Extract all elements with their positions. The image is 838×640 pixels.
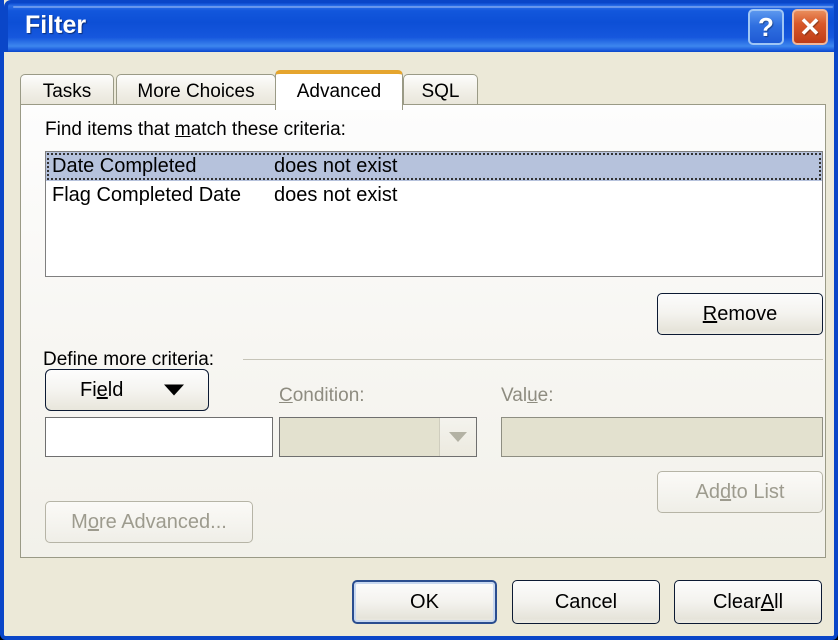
define-more-criteria-label: Define more criteria: [43, 349, 215, 370]
remove-label-accel: R [702, 302, 718, 325]
remove-button[interactable]: Remove [657, 293, 823, 335]
value-label: Value: [501, 385, 554, 407]
find-items-label-pre: Find items that [45, 119, 175, 140]
tab-more-choices-label: More Choices [137, 80, 255, 102]
remove-label-post: emove [717, 302, 778, 325]
close-button[interactable]: ✕ [792, 9, 828, 45]
criteria-condition: does not exist [274, 155, 398, 177]
field-label-post: ld [107, 378, 124, 401]
cancel-label: Cancel [554, 590, 618, 613]
window-title: Filter [25, 11, 87, 39]
question-mark-icon: ? [758, 12, 774, 42]
condition-label-accel: C [279, 385, 293, 406]
add-to-list-label-post: to List [731, 480, 785, 503]
dialog-footer: OK Cancel Clear All [4, 558, 834, 636]
criteria-condition: does not exist [274, 184, 398, 206]
advanced-tab-panel: Find items that match these criteria: Da… [20, 104, 826, 558]
tab-sql[interactable]: SQL [403, 74, 478, 108]
criteria-list-item[interactable]: Flag Completed Date does not exist [46, 181, 822, 210]
find-items-label-accel: m [174, 119, 191, 140]
chevron-down-icon [164, 384, 184, 396]
title-bar-highlight [13, 6, 833, 8]
condition-dropdown-arrow[interactable] [439, 418, 476, 456]
more-advanced-label-post: re Advanced... [98, 510, 227, 533]
title-bar: Filter ? ✕ [4, 0, 834, 52]
clear-all-button[interactable]: Clear All [674, 580, 822, 624]
help-button[interactable]: ? [748, 9, 784, 45]
condition-label-post: ondition: [292, 385, 365, 406]
tab-tasks-label: Tasks [42, 80, 92, 102]
more-advanced-label-pre: M [71, 510, 88, 533]
group-separator [243, 359, 823, 360]
field-input[interactable] [45, 417, 273, 457]
criteria-listbox[interactable]: Date Completed does not exist Flag Compl… [45, 151, 823, 277]
criteria-field: Flag Completed Date [52, 184, 241, 206]
criteria-list-item[interactable]: Date Completed does not exist [46, 152, 822, 181]
find-items-label: Find items that match these criteria: [45, 119, 346, 141]
tab-advanced[interactable]: Advanced [275, 70, 403, 110]
value-input[interactable] [501, 417, 823, 457]
more-advanced-button[interactable]: Mo re Advanced... [45, 501, 253, 543]
chevron-down-icon [449, 432, 467, 442]
close-icon: ✕ [799, 12, 821, 42]
criteria-field: Date Completed [52, 155, 197, 177]
find-items-label-post: atch these criteria: [190, 119, 346, 140]
add-to-list-button[interactable]: Ad d to List [657, 471, 823, 513]
clear-all-label-accel: A [760, 590, 775, 613]
condition-combobox[interactable] [279, 417, 477, 457]
cancel-button[interactable]: Cancel [512, 580, 660, 624]
value-label-pre: Val [501, 385, 528, 406]
ok-button[interactable]: OK [352, 580, 497, 624]
field-label-pre: Fi [80, 378, 97, 401]
tab-tasks[interactable]: Tasks [20, 74, 114, 108]
tab-advanced-label: Advanced [296, 81, 382, 102]
field-dropdown-button[interactable]: Field [45, 369, 209, 411]
condition-label: Condition: [279, 385, 365, 407]
tab-sql-label: SQL [421, 80, 460, 102]
tab-more-choices[interactable]: More Choices [116, 74, 276, 108]
field-label-accel: e [96, 378, 108, 401]
clear-all-label-post: ll [774, 590, 784, 613]
value-label-accel: u [527, 385, 538, 406]
filter-dialog-window: Filter ? ✕ Tasks More Choices Advanced S… [0, 0, 838, 640]
add-to-list-label-accel: d [719, 480, 732, 503]
value-label-post: e: [537, 385, 554, 406]
more-advanced-label-accel: o [87, 510, 99, 533]
field-button-label: Field [80, 379, 123, 402]
clear-all-label-pre: Clear [712, 590, 761, 613]
ok-label: OK [410, 590, 439, 613]
add-to-list-label-pre: Ad [695, 480, 720, 503]
